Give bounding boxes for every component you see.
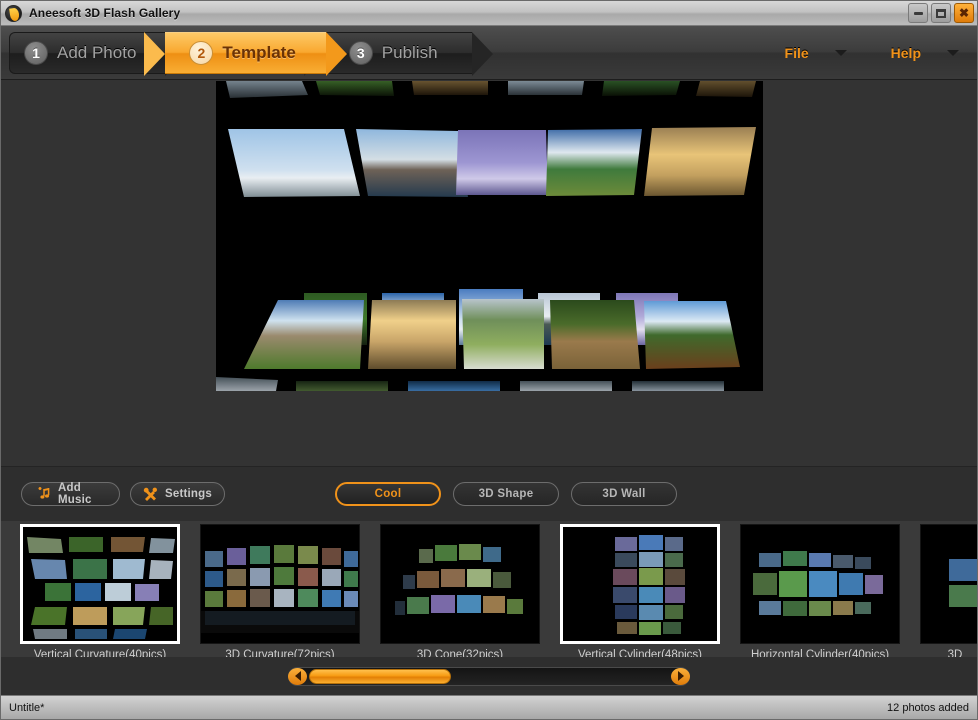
- template-thumbnail: [740, 524, 900, 644]
- template-thumbnail: [200, 524, 360, 644]
- scroll-left-button[interactable]: [288, 667, 307, 685]
- template-item-3d-curvature[interactable]: 3D Curvature(72pics): [200, 524, 360, 657]
- preview-stage[interactable]: [215, 81, 763, 391]
- arrow-right-icon: [677, 671, 684, 681]
- project-name-status: Untitle*: [9, 701, 45, 714]
- title-bar: Aneesoft 3D Flash Gallery ✖: [1, 1, 977, 26]
- settings-label: Settings: [165, 488, 212, 500]
- template-label: 3D: [947, 649, 963, 657]
- template-toolbar: Add Music Settings Cool 3D Shape 3D Wall: [1, 467, 977, 521]
- chevron-down-icon: [947, 49, 959, 56]
- step-template[interactable]: 2 Template: [144, 31, 348, 76]
- preview-3d-gallery: [215, 81, 763, 391]
- step-navigation-bar: 1 Add Photo 2 Template 3 Publish File He…: [1, 26, 977, 80]
- scroll-right-button[interactable]: [671, 667, 690, 685]
- file-menu[interactable]: File: [785, 45, 847, 61]
- template-label: 3D Curvature(72pics): [225, 649, 335, 657]
- tab-cool[interactable]: Cool: [335, 482, 441, 506]
- template-thumbnail: [380, 524, 540, 644]
- template-label: Horizontal Cylinder(40pics): [750, 649, 890, 657]
- template-item-vertical-cylinder[interactable]: Vertical Cylinder(48pics): [560, 524, 720, 657]
- minimize-button[interactable]: [908, 3, 928, 23]
- tab-label: 3D Shape: [478, 488, 534, 500]
- application-window: Aneesoft 3D Flash Gallery ✖ 1 Add Photo …: [0, 0, 978, 720]
- step-label: Template: [222, 42, 296, 62]
- template-label: 3D Cone(32pics): [416, 649, 504, 657]
- settings-button[interactable]: Settings: [130, 482, 225, 506]
- tab-3d-shape[interactable]: 3D Shape: [453, 482, 559, 506]
- scrollbar-thumb[interactable]: [309, 668, 451, 684]
- template-thumbnail: [20, 524, 180, 644]
- maximize-button[interactable]: [931, 3, 951, 23]
- template-label: Vertical Curvature(40pics): [33, 649, 167, 657]
- template-scroll-row: [1, 657, 977, 695]
- status-bar: Untitle* 12 photos added: [1, 695, 977, 719]
- template-label: Vertical Cylinder(48pics): [578, 649, 702, 657]
- tools-icon: [143, 487, 158, 501]
- step-publish[interactable]: 3 Publish: [303, 31, 493, 76]
- template-thumbnail: [560, 524, 720, 644]
- maximize-icon: [936, 8, 946, 18]
- add-music-label: Add Music: [58, 482, 92, 506]
- app-logo-icon: [5, 4, 22, 22]
- step-number-badge: 1: [24, 40, 48, 65]
- tab-label: Cool: [374, 488, 402, 500]
- help-menu-label: Help: [890, 44, 921, 61]
- menu-bar: File Help: [785, 45, 959, 61]
- photo-count-status: 12 photos added: [887, 701, 969, 714]
- file-menu-label: File: [784, 44, 809, 61]
- help-menu[interactable]: Help: [891, 45, 959, 61]
- window-title: Aneesoft 3D Flash Gallery: [29, 6, 181, 20]
- template-thumbnail: [920, 524, 977, 644]
- template-item-vertical-curvature[interactable]: Vertical Curvature(40pics): [20, 524, 180, 657]
- tab-3d-wall[interactable]: 3D Wall: [571, 482, 677, 506]
- template-list: Vertical Curvature(40pics) 3D Curvature(…: [1, 521, 977, 657]
- category-tab-list: Cool 3D Shape 3D Wall: [335, 482, 677, 506]
- music-note-plus-icon: [36, 487, 51, 501]
- window-controls: ✖: [908, 3, 974, 23]
- step-number-badge: 2: [189, 40, 214, 65]
- step-add-photo[interactable]: 1 Add Photo: [9, 31, 187, 76]
- close-icon: ✖: [958, 6, 970, 20]
- step-number-badge: 3: [348, 40, 373, 65]
- template-item-horizontal-cylinder[interactable]: Horizontal Cylinder(40pics): [740, 524, 900, 657]
- close-button[interactable]: ✖: [954, 3, 974, 23]
- preview-area: [1, 80, 977, 467]
- template-item-partial[interactable]: 3D: [920, 524, 977, 657]
- horizontal-scrollbar[interactable]: [288, 666, 690, 686]
- add-music-button[interactable]: Add Music: [21, 482, 120, 506]
- chevron-down-icon: [834, 49, 847, 56]
- tab-label: 3D Wall: [602, 488, 646, 500]
- step-list: 1 Add Photo 2 Template 3 Publish: [9, 31, 493, 76]
- arrow-left-icon: [294, 671, 301, 681]
- minimize-icon: [913, 11, 923, 15]
- step-label: Add Photo: [57, 42, 137, 62]
- template-item-3d-cone[interactable]: 3D Cone(32pics): [380, 524, 540, 657]
- step-label: Publish: [381, 42, 438, 62]
